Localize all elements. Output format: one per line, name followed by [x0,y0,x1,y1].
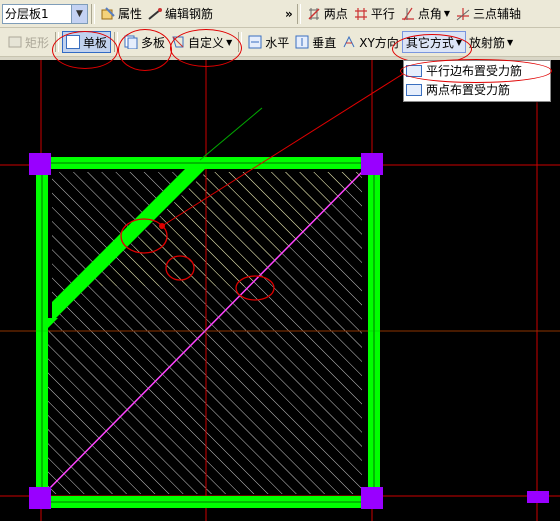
single-board-icon [66,35,81,49]
vertical-icon [295,35,309,49]
separator [296,3,301,24]
three-point-axis-button[interactable]: 三点辅轴 [453,3,524,25]
column[interactable] [29,487,51,509]
chevron-down-icon[interactable]: ▼ [71,4,87,23]
toolbar-row-2: 矩形 单板 多板 自定义 ▼ 水平 垂直 XY方向 其它方式 ▼ 放射筋 ▼ [0,28,560,57]
custom-button[interactable]: 自定义 ▼ [168,31,235,53]
xy-direction-label: XY方向 [359,35,399,50]
column[interactable] [29,153,51,175]
separator [55,32,60,52]
properties-button[interactable]: 属性 [98,3,145,25]
column[interactable] [361,153,383,175]
column[interactable] [527,491,549,503]
menu-item-label: 两点布置受力筋 [426,83,511,97]
rect-icon [8,35,22,49]
single-board-button[interactable]: 单板 [62,31,112,53]
column[interactable] [361,487,383,509]
properties-icon [101,6,115,21]
parallel-icon [354,7,368,21]
three-point-axis-label: 三点辅轴 [473,7,522,21]
two-point-icon [307,7,321,21]
three-point-axis-icon [456,7,470,21]
multi-board-icon [124,35,138,50]
edit-rebar-label: 编辑钢筋 [165,7,214,21]
point-angle-label: 点角 [417,7,442,21]
separator [114,32,119,52]
layer-select-value: 分层板1 [5,7,49,21]
dropdown-arrow-icon[interactable]: ▼ [444,9,450,18]
rect-label: 矩形 [25,35,50,50]
multi-board-button[interactable]: 多板 [121,31,168,53]
custom-icon [171,35,185,49]
point-angle-button[interactable]: 点角 ▼ [398,3,453,25]
horizontal-icon [248,35,262,49]
parallel-label: 平行 [370,7,395,21]
menu-item-parallel-edge-rebar[interactable]: 平行边布置受力筋 [404,61,550,80]
radial-rebar-label: 放射筋 [468,35,505,50]
other-methods-label: 其它方式 [405,35,454,50]
parallel-button[interactable]: 平行 [351,3,398,25]
single-board-label: 单板 [83,35,108,50]
other-methods-button[interactable]: 其它方式 ▼ [401,31,466,53]
two-point-label: 两点 [323,7,348,21]
horizontal-label: 水平 [265,35,290,50]
other-methods-menu: 平行边布置受力筋 两点布置受力筋 [403,60,551,102]
dropdown-arrow-icon[interactable]: ▼ [507,38,513,47]
layer-select[interactable]: 分层板1 ▼ [2,3,88,24]
two-point-rebar-icon [406,83,422,96]
edit-rebar-button[interactable]: 编辑钢筋 [145,3,216,25]
drawing-canvas[interactable] [0,60,560,521]
parallel-edge-rebar-icon [406,64,422,77]
edit-rebar-icon [148,7,163,21]
toolbar-row-1: 分层板1 ▼ 属性 编辑钢筋 » 两点 平行 点角 ▼ 三点辅轴 [0,0,560,28]
multi-board-label: 多板 [141,35,166,50]
horizontal-button[interactable]: 水平 [245,31,292,53]
vertical-label: 垂直 [312,35,337,50]
xy-direction-icon [342,35,356,49]
point-angle-icon [401,7,415,21]
separator [91,3,95,24]
radial-rebar-button[interactable]: 放射筋 ▼ [466,31,516,53]
properties-label: 属性 [118,7,143,21]
two-point-button[interactable]: 两点 [304,3,351,25]
overflow-chevron-icon[interactable]: » [284,3,294,25]
dropdown-arrow-icon[interactable]: ▼ [226,38,232,47]
xy-direction-button[interactable]: XY方向 [339,31,402,53]
dropdown-arrow-icon[interactable]: ▼ [456,38,462,47]
menu-item-two-point-rebar[interactable]: 两点布置受力筋 [404,80,550,99]
separator [238,32,243,52]
rect-button[interactable]: 矩形 [0,31,52,53]
custom-label: 自定义 [188,35,225,50]
vertical-button[interactable]: 垂直 [292,31,339,53]
menu-item-label: 平行边布置受力筋 [426,64,523,78]
